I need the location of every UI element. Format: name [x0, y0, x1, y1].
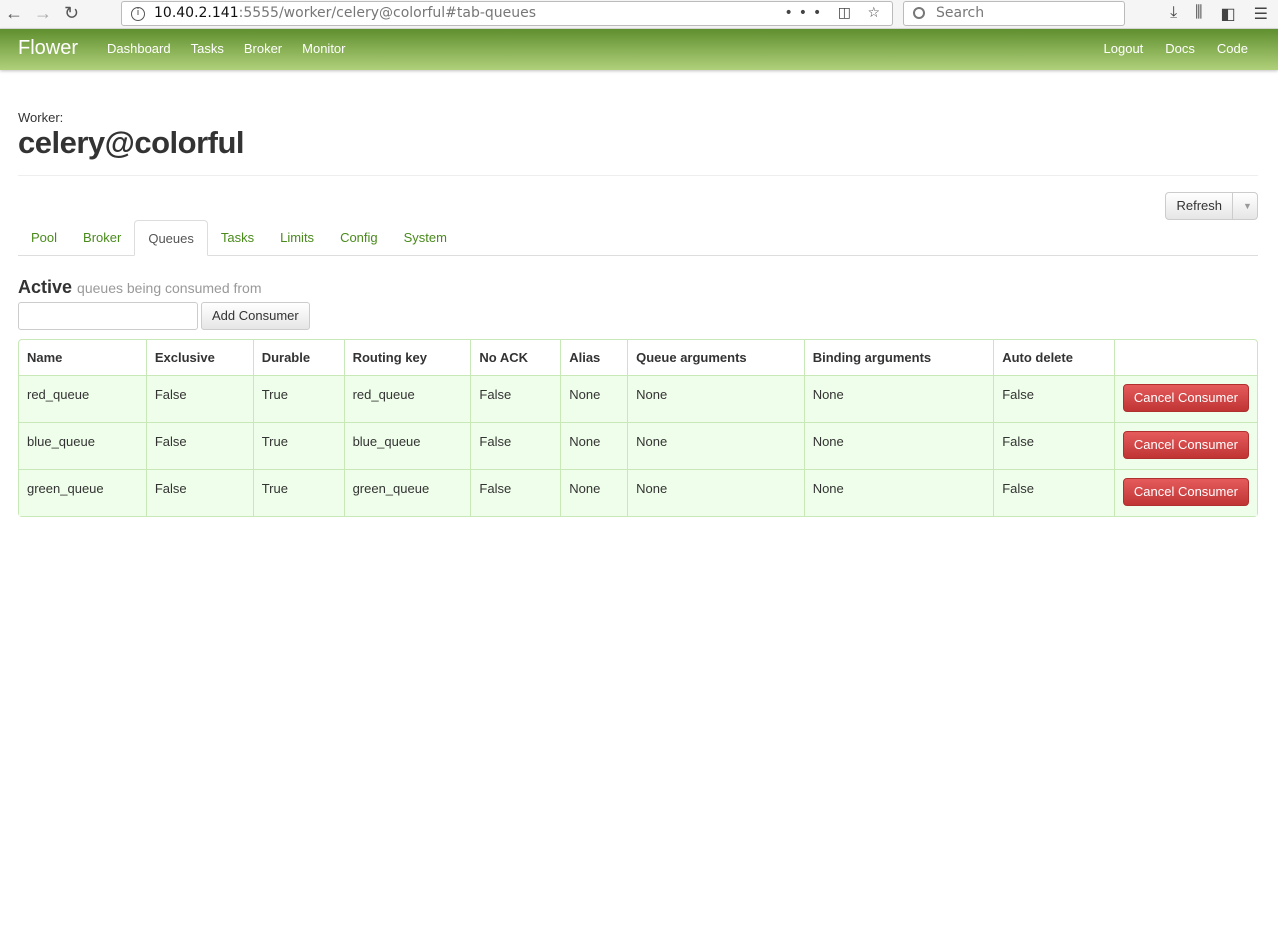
column-header: Queue arguments — [627, 340, 804, 375]
navbar: Flower Dashboard Tasks Broker Monitor Lo… — [0, 29, 1278, 70]
nav-logout[interactable]: Logout — [1104, 41, 1144, 56]
bookmark-star-icon[interactable]: ☆ — [867, 5, 886, 21]
action-cell: Cancel Consumer — [1113, 469, 1257, 516]
table-cell: False — [993, 422, 1114, 469]
worker-label: Worker: — [18, 110, 64, 125]
browser-search-input[interactable]: Search — [903, 1, 1125, 26]
table-cell: None — [560, 375, 628, 422]
more-icon[interactable]: ••• — [785, 5, 828, 21]
nav-broker[interactable]: Broker — [244, 41, 282, 56]
table-cell: False — [993, 469, 1114, 516]
tab-queues[interactable]: Queues — [134, 220, 208, 256]
reload-icon[interactable]: ↻ — [64, 3, 79, 24]
column-header: Routing key — [343, 340, 471, 375]
page-title: celery@colorful — [18, 125, 1258, 176]
column-header — [1113, 340, 1257, 375]
table-cell: None — [560, 469, 628, 516]
url-host: 10.40.2.141 — [154, 5, 239, 21]
table-cell: False — [470, 422, 561, 469]
back-icon[interactable]: ← — [5, 3, 23, 24]
table-cell: blue_queue — [19, 422, 146, 469]
column-header: Binding arguments — [803, 340, 994, 375]
cancel-consumer-button[interactable]: Cancel Consumer — [1122, 478, 1249, 506]
nav-code[interactable]: Code — [1217, 41, 1248, 56]
chevron-down-icon[interactable]: ▼ — [1232, 193, 1257, 219]
queue-name-input[interactable] — [18, 302, 198, 330]
info-icon[interactable]: i — [131, 7, 145, 21]
table-cell: green_queue — [343, 469, 471, 516]
section-heading: Active queues being consumed from — [18, 277, 262, 298]
tab-system[interactable]: System — [391, 220, 460, 255]
table-cell: None — [803, 469, 994, 516]
nav-monitor[interactable]: Monitor — [302, 41, 345, 56]
table-cell: green_queue — [19, 469, 146, 516]
download-icon[interactable]: ⤓ — [1170, 4, 1177, 24]
table-cell: None — [627, 375, 804, 422]
table-cell: None — [627, 422, 804, 469]
section-title: Active — [18, 277, 73, 297]
table-cell: False — [145, 422, 253, 469]
table-cell: None — [560, 422, 628, 469]
table-cell: False — [145, 375, 253, 422]
column-header: Auto delete — [993, 340, 1114, 375]
table-cell: None — [803, 375, 994, 422]
column-header: Durable — [252, 340, 344, 375]
nav-dashboard[interactable]: Dashboard — [107, 41, 171, 56]
cancel-consumer-button[interactable]: Cancel Consumer — [1122, 431, 1249, 459]
search-icon — [913, 7, 925, 19]
table-cell: False — [470, 469, 561, 516]
table-row: green_queue False True green_queue False None… — [19, 469, 1257, 516]
table-cell: False — [993, 375, 1114, 422]
section-subtitle: queues being consumed from — [77, 280, 262, 296]
table-cell: red_queue — [343, 375, 471, 422]
queues-table: Name Exclusive Durable Routing key No ACK Ali… — [18, 339, 1258, 517]
table-cell: None — [803, 422, 994, 469]
table-cell: True — [252, 469, 344, 516]
nav-tasks[interactable]: Tasks — [191, 41, 224, 56]
column-header: Alias — [560, 340, 627, 375]
column-header: Name — [27, 350, 63, 365]
tab-limits[interactable]: Limits — [267, 220, 327, 255]
sidebar-icon[interactable]: ◧ — [1221, 4, 1236, 24]
table-row: blue_queue False True blue_queue False None No… — [19, 422, 1257, 469]
table-row: red_queue False True red_queue False None None… — [19, 375, 1257, 422]
url-path: :5555/worker/celery@colorful#tab-queues — [238, 5, 537, 21]
tab-config[interactable]: Config — [327, 220, 391, 255]
brand-link[interactable]: Flower — [18, 37, 78, 60]
table-cell: None — [627, 469, 804, 516]
refresh-button[interactable]: Refresh — [1166, 193, 1232, 219]
tab-tasks[interactable]: Tasks — [208, 220, 267, 255]
table-cell: True — [252, 375, 344, 422]
forward-icon[interactable]: → — [34, 3, 52, 24]
tab-pool[interactable]: Pool — [18, 220, 70, 255]
tab-broker[interactable]: Broker — [70, 220, 134, 255]
pocket-icon[interactable]: ◫ — [838, 5, 857, 21]
table-cell: False — [470, 375, 561, 422]
column-header: Exclusive — [145, 340, 253, 375]
refresh-button-group: Refresh ▼ — [1165, 192, 1258, 220]
table-cell: blue_queue — [343, 422, 471, 469]
action-cell: Cancel Consumer — [1113, 375, 1257, 422]
tabs: Pool Broker Queues Tasks Limits Config S… — [18, 220, 1258, 256]
table-cell: False — [145, 469, 253, 516]
nav-docs[interactable]: Docs — [1165, 41, 1195, 56]
menu-icon[interactable]: ☰ — [1254, 4, 1268, 24]
browser-toolbar: ← → ↻ i 10.40.2.141:5555/worker/celery@c… — [0, 0, 1278, 29]
column-header: No ACK — [470, 340, 560, 375]
add-consumer-button[interactable]: Add Consumer — [201, 302, 310, 330]
table-cell: True — [252, 422, 344, 469]
action-cell: Cancel Consumer — [1113, 422, 1257, 469]
table-cell: red_queue — [19, 375, 146, 422]
library-icon[interactable]: ⫼ — [1195, 4, 1202, 24]
search-placeholder: Search — [936, 5, 985, 21]
url-bar[interactable]: i 10.40.2.141:5555/worker/celery@colorfu… — [121, 1, 893, 26]
cancel-consumer-button[interactable]: Cancel Consumer — [1122, 384, 1249, 412]
